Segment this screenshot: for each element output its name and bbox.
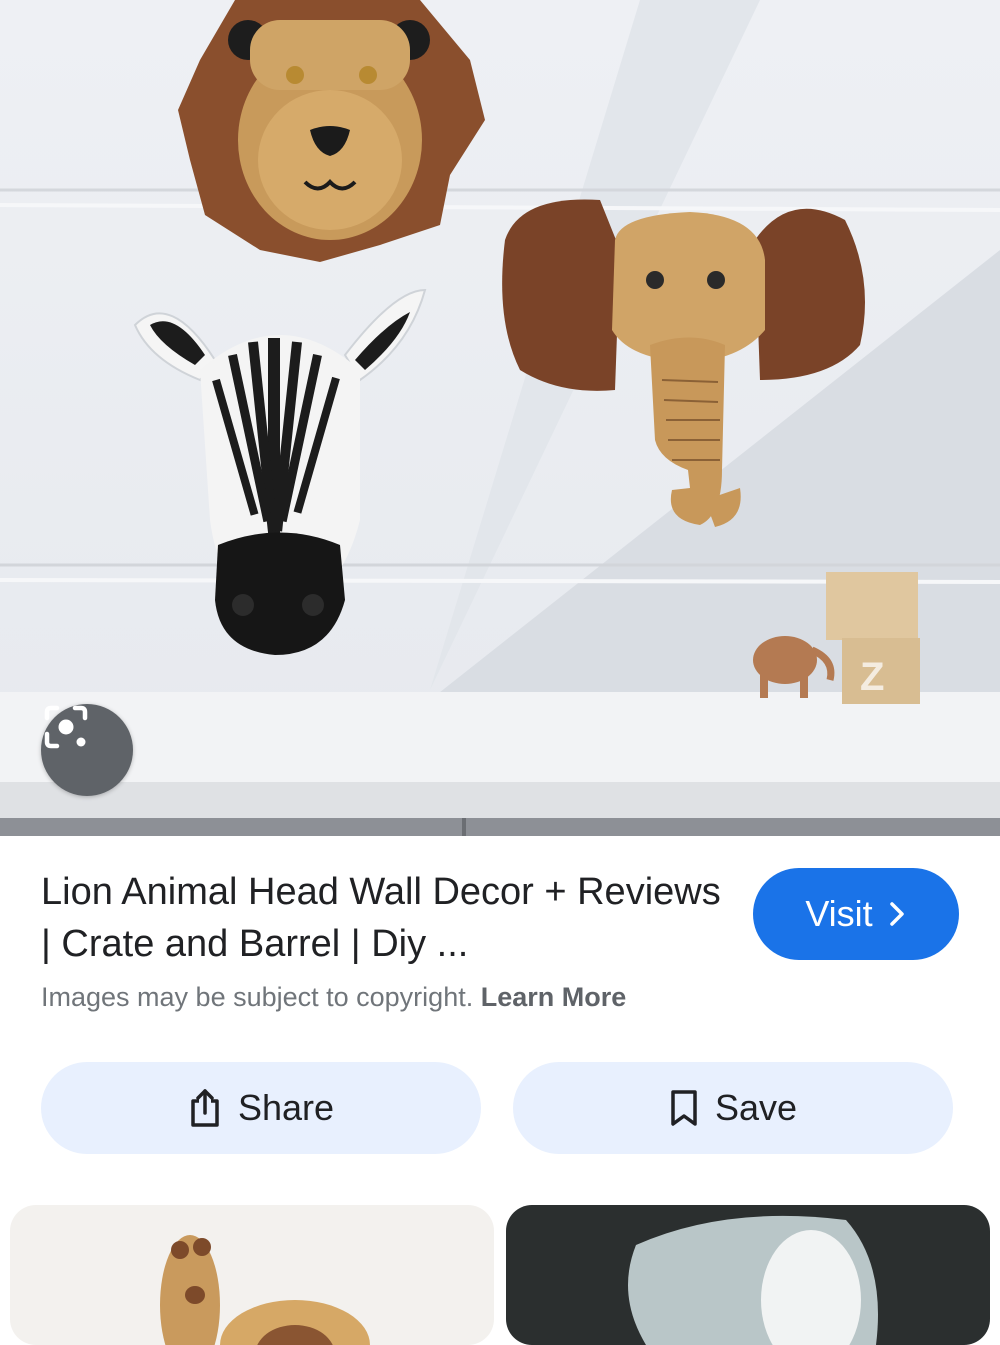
- visit-label: Visit: [805, 893, 873, 934]
- animal-wall-decor-photo: Z: [0, 0, 1000, 836]
- lens-camera-icon: [44, 705, 88, 749]
- save-button[interactable]: Save: [513, 1062, 953, 1154]
- copyright-text: Images may be subject to copyright.: [41, 982, 474, 1012]
- share-button[interactable]: Share: [41, 1062, 481, 1154]
- chevron-right-icon: [889, 902, 904, 926]
- zebra-head: [133, 288, 427, 655]
- learn-more-link[interactable]: Learn More: [481, 982, 627, 1012]
- copyright-notice: Images may be subject to copyright. Lear…: [41, 982, 626, 1013]
- related-image-thumbnail[interactable]: [506, 1205, 990, 1345]
- result-title[interactable]: Lion Animal Head Wall Decor + Reviews | …: [41, 866, 721, 970]
- save-label: Save: [714, 1087, 798, 1128]
- svg-text:Z: Z: [860, 655, 884, 699]
- share-label: Share: [237, 1087, 335, 1128]
- main-image[interactable]: Z: [0, 0, 1000, 836]
- bookmark-icon: [671, 1090, 697, 1126]
- share-icon: [191, 1089, 219, 1127]
- lens-search-button[interactable]: [41, 704, 133, 796]
- visit-button[interactable]: Visit: [753, 868, 959, 960]
- giraffe-lion-thumbnail: [160, 1235, 370, 1345]
- related-image-thumbnail[interactable]: [10, 1205, 494, 1345]
- lion-head: [178, 0, 485, 262]
- elephant-thumbnail: [628, 1215, 878, 1345]
